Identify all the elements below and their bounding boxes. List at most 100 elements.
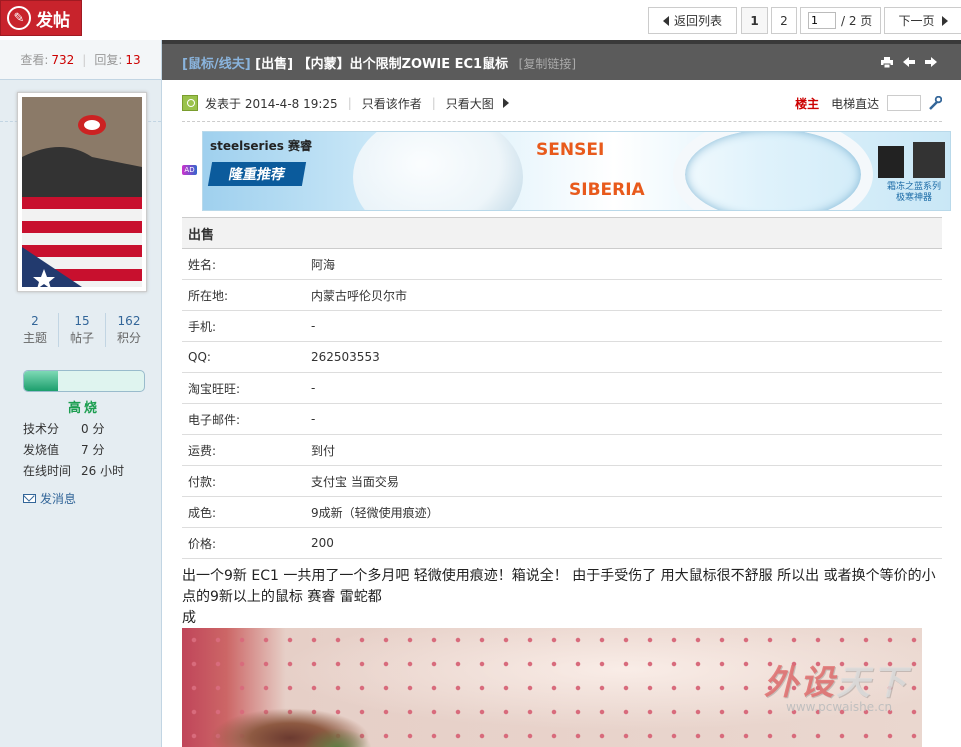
elevator: 电梯直达 [831, 95, 921, 112]
photo-pattern [302, 728, 372, 747]
row-value: 9成新（轻微使用痕迹） [311, 505, 439, 520]
page-2-button[interactable]: 2 [771, 7, 797, 34]
attr-value: 26 小时 [81, 464, 125, 478]
watermark-logo-a: 外设 [764, 663, 836, 703]
row-key: 所在地: [188, 288, 229, 303]
ad-slogan-line1: 霜冻之蓝系列 [886, 182, 941, 192]
ad-banner[interactable]: steelseries 赛睿 隆重推荐 SENSEI SIBERIA 霜冻之蓝系… [202, 131, 951, 211]
prev-thread-icon[interactable] [902, 56, 915, 68]
row-value: 内蒙古呼伦贝尔市 [311, 288, 408, 303]
arrow-right-icon [941, 15, 948, 26]
posted-at: 发表于 2014-4-8 19:25 [205, 96, 338, 111]
post-message-line2: 成 [182, 610, 196, 626]
send-message-link[interactable]: 发消息 [23, 490, 76, 507]
mouse-image [353, 132, 523, 210]
row-key: 运费: [188, 443, 217, 458]
row-value: 到付 [311, 443, 336, 458]
replies-count: 13 [125, 52, 141, 67]
views-count: 732 [51, 52, 75, 67]
go-icon[interactable] [928, 95, 943, 110]
elevator-label: 电梯直达 [831, 96, 880, 111]
row-key: 淘宝旺旺: [188, 381, 241, 396]
large-image-link[interactable]: 只看大图 [446, 95, 494, 112]
ad-tag: AD [182, 165, 197, 175]
page-jump: / 2 页 [800, 7, 881, 34]
page-jump-input[interactable] [808, 12, 836, 29]
views-label: 查看: [20, 53, 49, 67]
page-total: / 2 页 [841, 14, 873, 28]
thread-title: [鼠标/线夫] [出售] 【内蒙】出个限制ZOWIE EC1鼠标 [复制链接] [182, 53, 576, 72]
next-page-button[interactable]: 下一页 [884, 7, 961, 34]
count-threads[interactable]: 2 主题 [12, 313, 59, 347]
attr-value: 0 分 [81, 422, 105, 436]
row-key: 姓名: [188, 257, 217, 272]
avatar[interactable] [17, 92, 147, 292]
row-value: 阿海 [311, 257, 336, 272]
arrow-left-icon [662, 15, 669, 26]
online-status-icon [182, 95, 198, 111]
count-posts[interactable]: 15 帖子 [59, 313, 106, 347]
table-row: 运费: 到付 [182, 435, 942, 466]
copy-link-button[interactable]: [复制链接] [519, 57, 576, 71]
page-1-button[interactable]: 1 [741, 7, 768, 34]
product-box-image [913, 142, 945, 178]
table-row: 所在地: 内蒙古呼伦贝尔市 [182, 280, 942, 311]
thread-category-link[interactable]: [鼠标/线夫] [182, 57, 251, 72]
count-posts-label: 帖子 [69, 331, 94, 345]
row-key: 成色: [188, 505, 217, 520]
attr-online-time: 在线时间 26 小时 [23, 462, 153, 479]
divider: | [347, 96, 352, 110]
table-row: 手机: - [182, 311, 942, 342]
thread-title-text: [出售] 【内蒙】出个限制ZOWIE EC1鼠标 [250, 57, 509, 72]
watermark-url: www.pcwaishe.cn [786, 700, 893, 714]
row-key: 价格: [188, 536, 217, 551]
row-value: 200 [311, 536, 334, 550]
table-row: QQ: 262503553 [182, 342, 942, 373]
count-points-label: 积分 [116, 331, 141, 345]
site-watermark: 外设天下 www.pcwaishe.cn [764, 655, 944, 725]
row-value: - [311, 381, 316, 395]
headset-image [673, 132, 873, 210]
attr-value: 7 分 [81, 443, 105, 457]
elevator-input[interactable] [887, 95, 921, 111]
table-row: 姓名: 阿海 [182, 249, 942, 280]
sale-info-table: 出售 姓名: 阿海 所在地: 内蒙古呼伦贝尔市 手机: - QQ: 262503553 … [182, 217, 942, 559]
table-row: 价格: 200 [182, 528, 942, 559]
attr-key: 发烧值 [23, 443, 60, 457]
user-counts: 2 主题 15 帖子 162 积分 [12, 313, 152, 347]
watermark-logo-b: 天下 [836, 663, 908, 703]
next-thread-icon[interactable] [924, 56, 937, 68]
post-message: 出一个9新 EC1 一共用了一个多月吧 轻微使用痕迹！箱说全！ 由于手受伤了 用… [182, 566, 947, 629]
replies-label: 回复: [94, 53, 123, 67]
print-icon[interactable] [880, 56, 893, 68]
level-progress-bar [23, 370, 145, 392]
count-points-value: 162 [117, 314, 141, 328]
attr-tech-score: 技术分 0 分 [23, 420, 153, 437]
ad-product-sensei: SENSEI [536, 140, 605, 160]
count-points[interactable]: 162 积分 [106, 313, 152, 347]
new-post-button[interactable]: ✎ 发帖 [0, 0, 82, 36]
attr-key: 在线时间 [23, 464, 72, 478]
only-author-link[interactable]: 只看该作者 [362, 95, 422, 112]
count-posts-value: 15 [74, 314, 90, 328]
count-threads-value: 2 [31, 314, 39, 328]
row-value: - [311, 412, 316, 426]
ad-slogan-line2: 极寒神器 [895, 193, 932, 203]
post-divider [182, 121, 942, 122]
sale-info-header: 出售 [182, 217, 942, 249]
level-progress-fill [24, 371, 58, 391]
back-to-list-label: 返回列表 [673, 14, 722, 28]
next-page-label: 下一页 [898, 14, 935, 28]
row-value: 支付宝 当面交易 [311, 474, 399, 489]
row-key: 付款: [188, 474, 217, 489]
count-threads-label: 主题 [22, 331, 47, 345]
floor-tools: 楼主 电梯直达 [795, 95, 943, 112]
table-row: 电子邮件: - [182, 404, 942, 435]
back-to-list-button[interactable]: 返回列表 [648, 7, 737, 34]
row-value: 262503553 [311, 350, 380, 364]
product-box-image [878, 146, 904, 178]
caret-right-icon [502, 98, 509, 108]
attr-key: 技术分 [23, 422, 60, 436]
avatar-image [22, 97, 142, 289]
thread-stats: 查看: 732 | 回复: 13 [0, 40, 161, 80]
